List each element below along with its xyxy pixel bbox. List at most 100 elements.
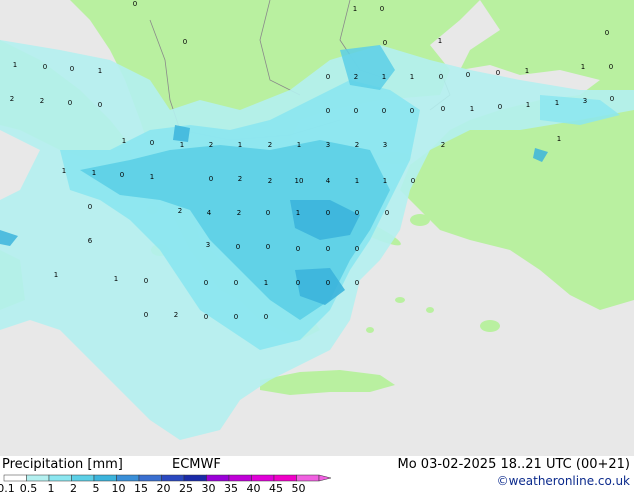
precip-value-label: 0	[144, 311, 148, 319]
precip-value-label: 0	[496, 69, 500, 77]
scale-swatch	[71, 474, 95, 482]
precip-value-label: 1	[382, 73, 386, 81]
precip-value-label: 0	[441, 105, 445, 113]
precip-value-label: 1	[353, 5, 357, 13]
precip-value-label: 0	[236, 243, 240, 251]
precip-value-label: 0	[266, 209, 270, 217]
precip-value-label: 0	[355, 245, 359, 253]
precip-value-label: 2	[178, 207, 182, 215]
precip-value-label: 1	[62, 167, 66, 175]
scale-tick-label: 0.5	[19, 482, 38, 495]
scale-arrow	[318, 474, 332, 482]
precip-value-label: 6	[88, 237, 93, 245]
scale-swatch	[138, 474, 162, 482]
scale-tick-label: 15	[134, 482, 148, 495]
scale-tick-label: 30	[201, 482, 216, 495]
precip-value-label: 0	[204, 313, 208, 321]
precip-value-label: 0	[70, 65, 74, 73]
precip-value-label: 3	[326, 141, 330, 149]
precip-value-label: 1	[13, 61, 17, 69]
precip-value-label: 0	[183, 38, 187, 46]
precip-value-label: 0	[439, 73, 443, 81]
precip-value-label: 1	[54, 271, 58, 279]
precip-value-label: 0	[296, 245, 300, 253]
island-small-2	[366, 327, 374, 333]
scale-tick-label: 1	[47, 482, 55, 495]
precip-value-label: 1	[238, 141, 242, 149]
scale-swatch	[251, 474, 275, 482]
precip-value-label: 10	[295, 177, 304, 185]
precip-value-label: 0	[385, 209, 389, 217]
precip-value-label: 2	[238, 175, 242, 183]
valid-datetime: Mo 03-02-2025 18..21 UTC (00+21)	[397, 457, 631, 472]
precip-value-label: 0	[296, 279, 300, 287]
precip-value-label: 2	[268, 177, 272, 185]
precip-value-label: 1	[355, 177, 359, 185]
precip-value-label: 1	[180, 141, 184, 149]
precip-value-label: 0	[204, 279, 208, 287]
precip-value-label: 0	[326, 245, 330, 253]
precip-value-label: 3	[206, 241, 210, 249]
precip-value-label: 0	[264, 313, 268, 321]
scale-tick-label: 45	[269, 482, 283, 495]
precip-value-label: 3	[583, 97, 587, 105]
precip-value-label: 0	[411, 177, 415, 185]
precip-value-label: 0	[355, 209, 359, 217]
precip-value-label: 0	[120, 171, 124, 179]
precip-value-label: 0	[326, 107, 330, 115]
scale-swatch	[161, 474, 185, 482]
scale-tick-label: 50	[291, 482, 306, 495]
precip-value-label: 0	[326, 73, 330, 81]
precip-value-label: 0	[234, 279, 238, 287]
scale-swatch	[228, 474, 252, 482]
precip-value-label: 0	[88, 203, 92, 211]
precip-value-label: 4	[207, 209, 212, 217]
scale-swatch	[273, 474, 297, 482]
island-chios	[410, 214, 430, 226]
precip-value-label: 1	[525, 67, 529, 75]
precip-value-label: 1	[410, 73, 414, 81]
precip-value-label: 2	[10, 95, 14, 103]
precip-value-label: 2	[174, 311, 178, 319]
precip-value-label: 2	[40, 97, 44, 105]
precip-value-label: 0	[266, 243, 270, 251]
precipitation-map[interactable]: 0100100100102110001102200000001011301012…	[0, 0, 634, 456]
scale-tick-label: 35	[224, 482, 238, 495]
island-lesbos	[418, 168, 446, 188]
precip-color-scale: 0.1 0.5 1 2 5 10 15 20 25 30 35 40 45 50	[0, 473, 332, 495]
precip-value-label: 0	[605, 29, 609, 37]
precip-value-label: 0	[43, 63, 47, 71]
precip-value-label: 0	[382, 107, 386, 115]
scale-swatch	[26, 474, 50, 482]
precip-value-label: 2	[209, 141, 213, 149]
precip-value-label: 2	[355, 141, 359, 149]
precip-value-label: 2	[268, 141, 272, 149]
precip-value-label: 0	[326, 209, 330, 217]
precip-value-label: 0	[68, 99, 72, 107]
site-credit[interactable]: ©weatheronline.co.uk	[497, 474, 630, 488]
precip-value-label: 1	[555, 99, 559, 107]
scale-swatch	[48, 474, 72, 482]
precip-value-label: 0	[410, 107, 414, 115]
precip-value-label: 0	[498, 103, 502, 111]
precip-value-label: 1	[383, 177, 387, 185]
precip-value-label: 2	[441, 141, 445, 149]
scale-tick-label: 5	[92, 482, 100, 495]
precip-value-label: 3	[383, 141, 387, 149]
island-small-1	[426, 307, 434, 313]
precip-value-label: 1	[114, 275, 118, 283]
precip-value-label: 0	[150, 139, 154, 147]
precip-value-label: 0	[609, 63, 613, 71]
precip-value-label: 1	[264, 279, 268, 287]
scale-swatch	[183, 474, 207, 482]
precip-value-label: 1	[470, 105, 474, 113]
precip-value-label: 2	[354, 73, 358, 81]
scale-swatch	[206, 474, 230, 482]
precip-value-label: 0	[383, 39, 387, 47]
island-naxos	[395, 297, 405, 303]
precip-value-label: 0	[144, 277, 148, 285]
scale-tick-label: 20	[156, 482, 171, 495]
precip-value-label: 0	[466, 71, 470, 79]
scale-swatch	[296, 474, 320, 482]
precip-value-label: 1	[98, 67, 102, 75]
